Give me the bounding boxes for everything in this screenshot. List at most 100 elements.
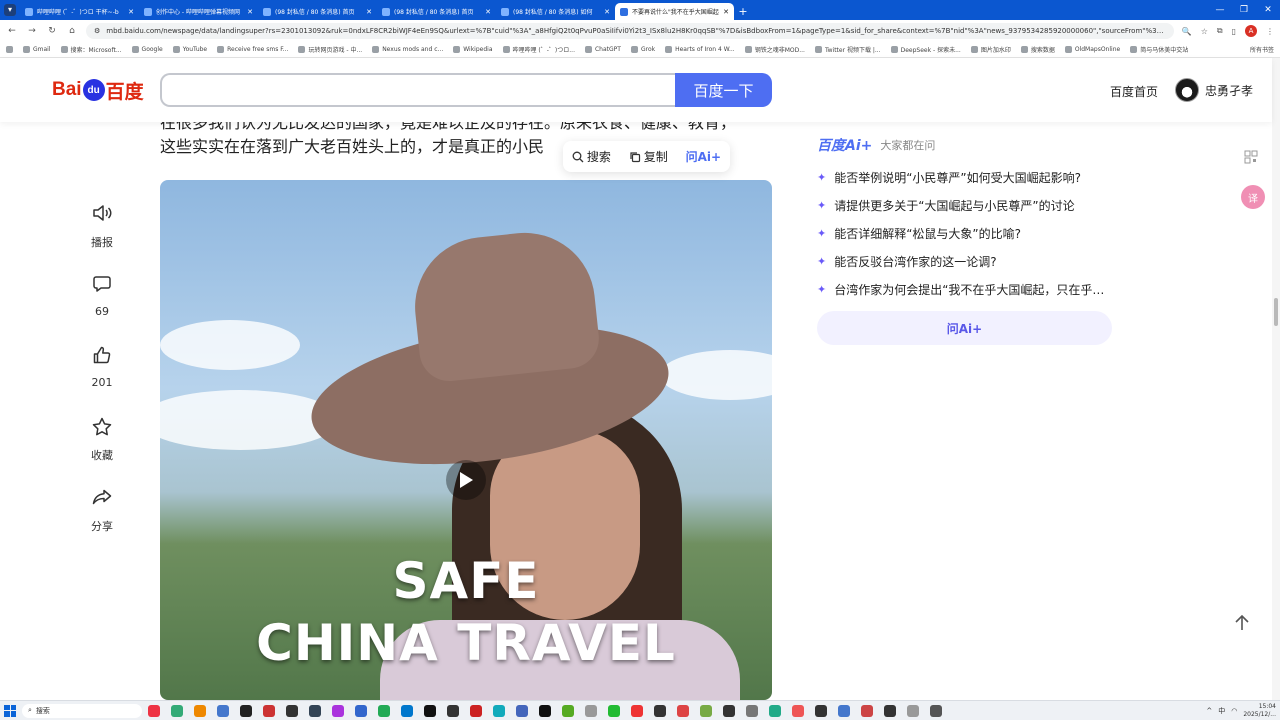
- new-tab-button[interactable]: +: [734, 3, 752, 20]
- taskbar-app-icon[interactable]: [286, 704, 298, 717]
- address-bar[interactable]: ⚙ mbd.baidu.com/newspage/data/landingsup…: [86, 23, 1174, 39]
- baidu-logo[interactable]: Bai du 百度: [52, 75, 144, 105]
- play-button[interactable]: [446, 460, 486, 500]
- windows-start-icon[interactable]: [4, 704, 16, 717]
- question-item[interactable]: ✦ 能否反驳台湾作家的这一论调?: [817, 247, 1117, 275]
- menu-icon[interactable]: ⋮: [1266, 27, 1274, 36]
- taskbar-app-icon[interactable]: [355, 704, 367, 717]
- profile-avatar[interactable]: A: [1245, 25, 1257, 37]
- taskbar-app-icon[interactable]: [378, 704, 390, 717]
- bookmark-item[interactable]: YouTube: [172, 46, 207, 53]
- taskbar-app-icon[interactable]: [148, 704, 160, 717]
- bookmark-item[interactable]: ChatGPT: [584, 46, 621, 53]
- avatar[interactable]: [1175, 78, 1199, 102]
- bookmark-star-icon[interactable]: ☆: [1201, 27, 1208, 36]
- bookmark-item[interactable]: OldMapsOnline: [1064, 46, 1120, 53]
- bookmark-item[interactable]: DeepSeek - 探索未...: [890, 45, 961, 54]
- taskbar-app-icon[interactable]: [562, 704, 574, 717]
- taskbar-app-icon[interactable]: [700, 704, 712, 717]
- bookmark-item[interactable]: Twitter 视频下载 |...: [814, 45, 881, 54]
- bookmark-item[interactable]: Grok: [630, 46, 655, 53]
- question-item[interactable]: ✦ 台湾作家为何会提出“我不在乎大国崛起，只在乎…: [817, 275, 1117, 303]
- bookmark-item[interactable]: Nexus mods and c...: [372, 46, 443, 53]
- bookmark-item[interactable]: 搜索：Microsoft...: [60, 45, 122, 54]
- ime-indicator[interactable]: 中: [1218, 706, 1225, 716]
- close-window-icon[interactable]: ✕: [1256, 0, 1280, 20]
- taskbar-app-icon[interactable]: [746, 704, 758, 717]
- taskbar-app-icon[interactable]: [516, 704, 528, 717]
- selection-search-button[interactable]: 搜索: [572, 148, 611, 165]
- video-player[interactable]: SAFE CHINA TRAVEL: [160, 180, 772, 700]
- minimize-icon[interactable]: —: [1208, 0, 1232, 20]
- taskbar-app-icon[interactable]: [171, 704, 183, 717]
- bookmark-item[interactable]: 哔哩哔哩 (゜-゜)つロ...: [502, 45, 575, 54]
- bookmark-item[interactable]: Gmail: [23, 46, 51, 53]
- scrollbar-thumb[interactable]: [1274, 298, 1278, 326]
- translate-button[interactable]: 译: [1241, 185, 1265, 209]
- taskbar-app-icon[interactable]: [608, 704, 620, 717]
- taskbar-app-icon[interactable]: [631, 704, 643, 717]
- taskbar-app-icon[interactable]: [447, 704, 459, 717]
- selection-ask-ai-button[interactable]: 问Ai+: [686, 148, 721, 165]
- apps-icon[interactable]: [6, 46, 13, 53]
- browser-tab[interactable]: (98 封私信 / 80 条消息) 首页 ✕: [377, 3, 496, 20]
- zoom-icon[interactable]: 🔍: [1182, 27, 1192, 36]
- baidu-home-link[interactable]: 百度首页: [1110, 83, 1158, 100]
- browser-tab[interactable]: 创作中心 - 哔哩哔哩弹幕视频网 ✕: [139, 3, 258, 20]
- taskbar-app-icon[interactable]: [884, 704, 896, 717]
- browser-tab[interactable]: 哔哩哔哩 (゜-゜)つロ 干杯~-b ✕: [20, 3, 139, 20]
- taskbar-app-icon[interactable]: [493, 704, 505, 717]
- close-icon[interactable]: ✕: [485, 8, 491, 16]
- home-icon[interactable]: ⌂: [66, 26, 78, 36]
- browser-tab[interactable]: (98 封私信 / 80 条消息) 如何 ✕: [496, 3, 615, 20]
- question-item[interactable]: ✦ 能否详细解释“松鼠与大象”的比喻?: [817, 219, 1117, 247]
- close-icon[interactable]: ✕: [366, 8, 372, 16]
- ask-ai-button[interactable]: 问Ai+: [817, 311, 1112, 345]
- qr-code-icon[interactable]: [1244, 150, 1258, 168]
- taskbar-app-icon[interactable]: [263, 704, 275, 717]
- close-icon[interactable]: ✕: [247, 8, 253, 16]
- reload-icon[interactable]: ↻: [46, 26, 58, 36]
- search-input[interactable]: [160, 73, 676, 107]
- back-icon[interactable]: ←: [6, 26, 18, 36]
- extensions-icon[interactable]: ⧉: [1217, 26, 1223, 36]
- page-scrollbar[interactable]: [1272, 58, 1280, 700]
- question-item[interactable]: ✦ 能否举例说明“小民尊严”如何受大国崛起影响?: [817, 163, 1117, 191]
- bookmark-item[interactable]: 钢铁之魂非MOD...: [744, 45, 805, 54]
- taskbar-app-icon[interactable]: [769, 704, 781, 717]
- maximize-icon[interactable]: ❐: [1232, 0, 1256, 20]
- taskbar-app-icon[interactable]: [815, 704, 827, 717]
- forward-icon[interactable]: →: [26, 26, 38, 36]
- wifi-icon[interactable]: ◠: [1231, 707, 1237, 715]
- taskbar-app-icon[interactable]: [585, 704, 597, 717]
- like-button[interactable]: 201: [82, 345, 122, 416]
- taskbar-app-icon[interactable]: [677, 704, 689, 717]
- browser-tab[interactable]: (98 封私信 / 80 条消息) 首页 ✕: [258, 3, 377, 20]
- taskbar-app-icon[interactable]: [654, 704, 666, 717]
- taskbar-app-icon[interactable]: [907, 704, 919, 717]
- clock[interactable]: 15:04 2025/12/...: [1243, 703, 1276, 719]
- bookmark-item[interactable]: 搜索数据: [1020, 45, 1055, 54]
- taskbar-app-icon[interactable]: [217, 704, 229, 717]
- browser-tab-active[interactable]: 不要再说什么"我不在乎大国崛起 ✕: [615, 3, 734, 20]
- taskbar-app-icon[interactable]: [723, 704, 735, 717]
- taskbar-app-icon[interactable]: [861, 704, 873, 717]
- comment-button[interactable]: 69: [82, 274, 122, 345]
- taskbar-app-icon[interactable]: [332, 704, 344, 717]
- taskbar-app-icon[interactable]: [309, 704, 321, 717]
- bookmark-item[interactable]: Receive free sms F...: [217, 46, 288, 53]
- question-item[interactable]: ✦ 请提供更多关于“大国崛起与小民尊严”的讨论: [817, 191, 1117, 219]
- sidebar-icon[interactable]: ▯: [1232, 27, 1236, 36]
- share-button[interactable]: 分享: [82, 487, 122, 558]
- taskbar-app-icon[interactable]: [240, 704, 252, 717]
- bookmark-item[interactable]: Wikipedia: [453, 46, 493, 53]
- tab-search-button[interactable]: ▾: [0, 0, 20, 20]
- read-aloud-button[interactable]: 播报: [82, 203, 122, 274]
- site-info-icon[interactable]: ⚙: [94, 27, 100, 35]
- taskbar-app-icon[interactable]: [401, 704, 413, 717]
- search-button[interactable]: 百度一下: [675, 73, 772, 107]
- taskbar-app-icon[interactable]: [930, 704, 942, 717]
- close-icon[interactable]: ✕: [604, 8, 610, 16]
- bookmark-item[interactable]: Google: [131, 46, 163, 53]
- taskbar-app-icon[interactable]: [470, 704, 482, 717]
